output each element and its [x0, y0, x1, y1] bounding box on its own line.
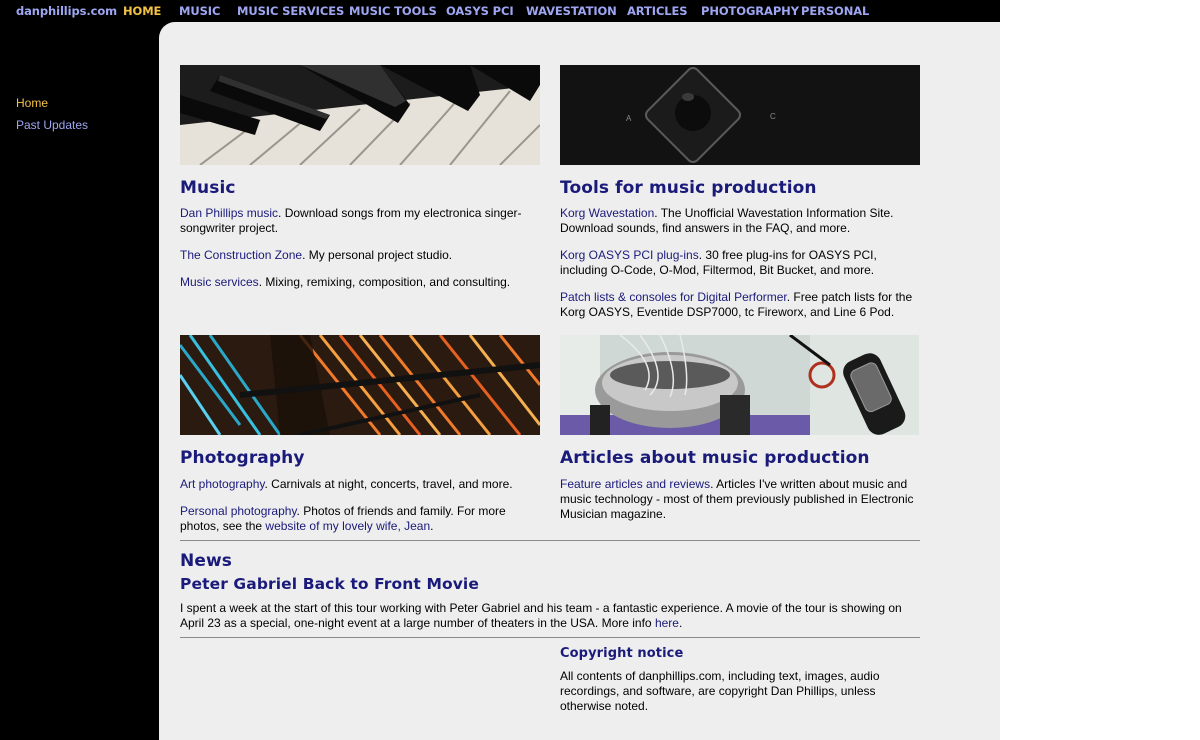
news-body-end: . — [678, 616, 683, 630]
piano-keys-image[interactable] — [180, 65, 540, 165]
articles-heading: Articles about music production — [560, 448, 870, 468]
nav-personal[interactable]: PERSONAL — [801, 4, 869, 18]
synth-joystick-image[interactable]: A C — [560, 65, 920, 165]
jean-website-link[interactable]: website of my lovely wife, Jean — [265, 519, 430, 533]
nav-music[interactable]: MUSIC — [179, 4, 220, 18]
site-name-link[interactable]: danphillips.com — [16, 4, 117, 18]
news-headline: Peter Gabriel Back to Front Movie — [180, 575, 479, 593]
neon-lights-image[interactable] — [180, 335, 540, 435]
music-paragraph-3-text: . Mixing, remixing, composition, and con… — [258, 275, 511, 289]
nav-wavestation[interactable]: WAVESTATION — [526, 4, 617, 18]
tools-heading: Tools for music production — [560, 178, 817, 198]
music-heading: Music — [180, 178, 236, 198]
music-services-link[interactable]: Music services — [180, 275, 259, 289]
articles-paragraph-1: Feature articles and reviews. Articles I… — [560, 477, 920, 522]
top-nav-bar: danphillips.com HOME MUSIC MUSIC SERVICE… — [0, 0, 1000, 22]
news-body-text: I spent a week at the start of this tour… — [180, 601, 902, 630]
left-sidebar: Home Past Updates — [0, 22, 159, 740]
dan-phillips-music-link[interactable]: Dan Phillips music — [180, 206, 278, 220]
photography-heading: Photography — [180, 448, 305, 468]
korg-wavestation-link[interactable]: Korg Wavestation — [560, 206, 654, 220]
feature-articles-link[interactable]: Feature articles and reviews — [560, 477, 710, 491]
sidebar-item-home[interactable]: Home — [16, 96, 48, 110]
photography-paragraph-2-end: . — [430, 519, 434, 533]
photography-paragraph-1: Art photography. Carnivals at night, con… — [180, 477, 530, 492]
tools-paragraph-3: Patch lists & consoles for Digital Perfo… — [560, 290, 920, 320]
copyright-body: All contents of danphillips.com, includi… — [560, 669, 880, 713]
joystick-label-c: C — [770, 112, 776, 121]
korg-oasys-pci-link[interactable]: Korg OASYS PCI plug-ins — [560, 248, 699, 262]
photography-paragraph-2: Personal photography. Photos of friends … — [180, 504, 530, 534]
nav-photography[interactable]: PHOTOGRAPHY — [701, 4, 799, 18]
music-paragraph-1: Dan Phillips music. Download songs from … — [180, 206, 530, 236]
nav-home[interactable]: HOME — [123, 4, 161, 18]
music-paragraph-2: The Construction Zone. My personal proje… — [180, 248, 530, 263]
news-more-info-link[interactable]: here — [655, 616, 679, 630]
divider-copyright — [180, 637, 920, 638]
nav-oasys-pci[interactable]: OASYS PCI — [446, 4, 514, 18]
news-heading: News — [180, 551, 232, 571]
music-paragraph-2-text: . My personal project studio. — [302, 248, 453, 262]
nav-music-tools[interactable]: MUSIC TOOLS — [349, 4, 437, 18]
divider-news — [180, 540, 920, 541]
tools-paragraph-1: Korg Wavestation. The Unofficial Wavesta… — [560, 206, 920, 236]
music-paragraph-3: Music services. Mixing, remixing, compos… — [180, 275, 530, 290]
tools-paragraph-2: Korg OASYS PCI plug-ins. 30 free plug-in… — [560, 248, 920, 278]
nav-articles[interactable]: ARTICLES — [627, 4, 688, 18]
sidebar-item-past-updates[interactable]: Past Updates — [16, 118, 88, 132]
news-body: I spent a week at the start of this tour… — [180, 601, 920, 631]
photography-paragraph-1-text: . Carnivals at night, concerts, travel, … — [264, 477, 513, 491]
joystick-label-a: A — [626, 114, 632, 123]
construction-zone-link[interactable]: The Construction Zone — [180, 248, 302, 262]
copyright-heading: Copyright notice — [560, 646, 684, 661]
nav-music-services[interactable]: MUSIC SERVICES — [237, 4, 344, 18]
patch-lists-link[interactable]: Patch lists & consoles for Digital Perfo… — [560, 290, 787, 304]
personal-photography-link[interactable]: Personal photography — [180, 504, 297, 518]
mixer-and-microphone-image[interactable] — [560, 335, 919, 435]
art-photography-link[interactable]: Art photography — [180, 477, 265, 491]
